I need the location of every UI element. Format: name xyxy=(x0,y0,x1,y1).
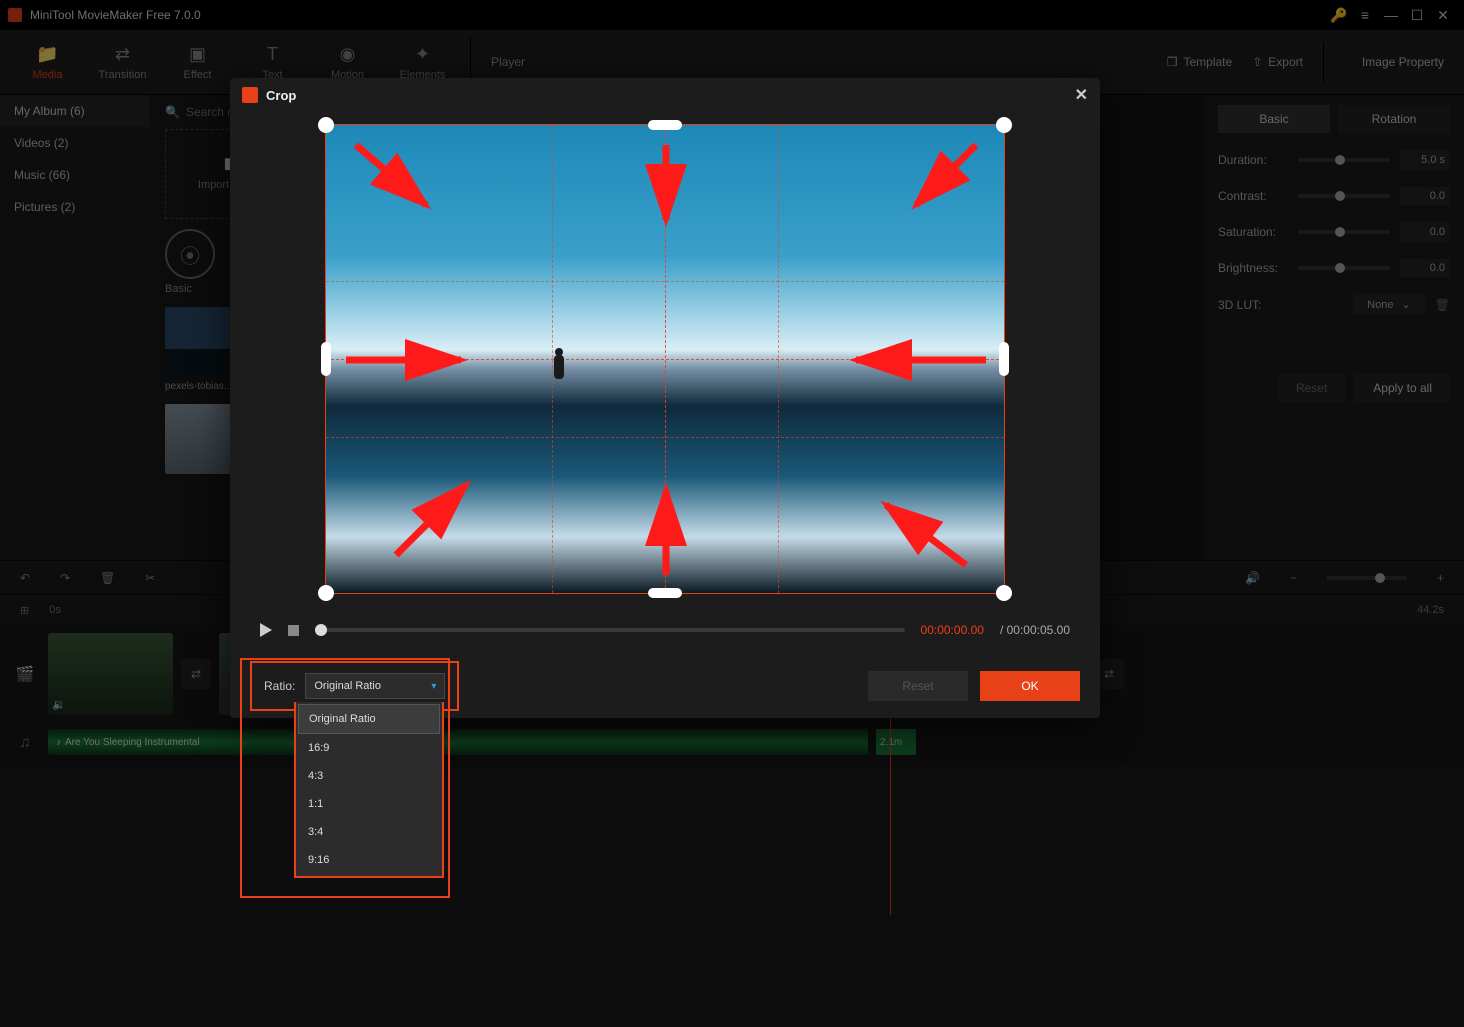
ratio-label: Ratio: xyxy=(264,679,295,693)
ratio-option-4-3[interactable]: 4:3 xyxy=(298,762,440,790)
ratio-option-original[interactable]: Original Ratio xyxy=(298,704,440,734)
close-icon[interactable]: ✕ xyxy=(1075,85,1088,105)
modal-ok-button[interactable]: OK xyxy=(980,671,1080,701)
crop-canvas[interactable] xyxy=(325,124,1005,594)
total-time: / 00:00:05.00 xyxy=(1000,623,1070,637)
ratio-option-16-9[interactable]: 16:9 xyxy=(298,734,440,762)
modal-logo-icon xyxy=(242,87,258,103)
current-time: 00:00:00.00 xyxy=(921,623,984,637)
ratio-select[interactable]: Original Ratio ▾ xyxy=(305,673,445,699)
stop-button[interactable] xyxy=(288,625,299,636)
chevron-down-icon: ▾ xyxy=(431,681,436,692)
ratio-option-9-16[interactable]: 9:16 xyxy=(298,846,440,874)
ratio-option-1-1[interactable]: 1:1 xyxy=(298,790,440,818)
annotation-arrows xyxy=(326,125,1006,595)
crop-modal: Crop ✕ xyxy=(230,78,1100,718)
play-button[interactable] xyxy=(260,623,272,637)
modal-player-controls: 00:00:00.00 / 00:00:05.00 xyxy=(230,606,1100,654)
ratio-option-3-4[interactable]: 3:4 xyxy=(298,818,440,846)
person-silhouette xyxy=(554,355,564,379)
modal-title: Crop xyxy=(266,88,296,103)
ratio-dropdown: Original Ratio 16:9 4:3 1:1 3:4 9:16 xyxy=(294,702,444,878)
modal-reset-button[interactable]: Reset xyxy=(868,671,968,701)
seek-bar[interactable] xyxy=(315,628,905,632)
